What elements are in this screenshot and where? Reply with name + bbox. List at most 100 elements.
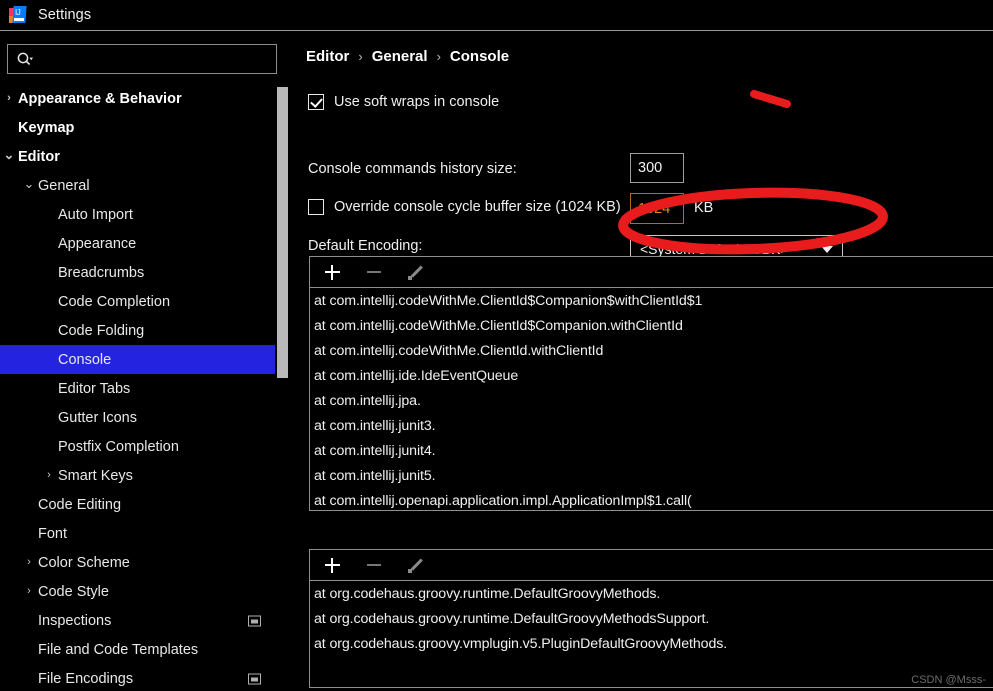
list-item[interactable]: at org.codehaus.groovy.runtime.DefaultGr… — [310, 582, 993, 607]
sidebar-item-color-scheme[interactable]: › Color Scheme — [0, 548, 275, 577]
sidebar-item-general[interactable]: ⌄ General — [0, 171, 275, 200]
override-buffer-unit: KB — [694, 200, 714, 216]
exceptions-edit-button[interactable] — [405, 554, 427, 576]
sidebar-item-label: File Encodings — [38, 670, 134, 687]
override-buffer-checkbox[interactable] — [308, 199, 324, 215]
sidebar-item-smart-keys[interactable]: › Smart Keys — [0, 461, 275, 490]
sidebar-item-code-style[interactable]: › Code Style — [0, 577, 275, 606]
sidebar-item-file-and-code-templates[interactable]: File and Code Templates — [0, 635, 275, 664]
settings-sidebar[interactable]: › Appearance & Behavior Keymap ⌄ Editor ⌄ Gene… — [0, 84, 288, 691]
breadcrumb: Editor › General › Console — [306, 48, 509, 65]
sidebar-item-gutter-icons[interactable]: Gutter Icons — [0, 403, 275, 432]
sidebar-item-font[interactable]: Font — [0, 519, 275, 548]
sidebar-item-keymap[interactable]: Keymap — [0, 113, 275, 142]
settings-badge-icon — [248, 615, 261, 626]
sidebar-item-code-completion[interactable]: Code Completion — [0, 287, 275, 316]
list-item[interactable]: at com.intellij.ide.IdeEventQueue — [310, 364, 993, 389]
main-panel: Editor › General › Console Use soft wraps in… — [296, 36, 993, 691]
breadcrumb-part-console[interactable]: Console — [450, 48, 509, 65]
sidebar-item-label: Auto Import — [58, 206, 133, 223]
minus-icon — [367, 563, 381, 567]
sidebar-item-code-editing[interactable]: Code Editing — [0, 490, 275, 519]
fold-lines-listbox[interactable]: at com.intellij.codeWithMe.ClientId$Comp… — [309, 256, 993, 511]
search-box[interactable] — [7, 44, 277, 74]
override-buffer-row[interactable]: Override console cycle buffer size (1024… — [308, 199, 621, 215]
sidebar-item-appearance[interactable]: Appearance — [0, 229, 275, 258]
chevron-right-icon[interactable]: › — [22, 556, 36, 570]
sidebar-item-editor-tabs[interactable]: Editor Tabs — [0, 374, 275, 403]
list-item[interactable]: at com.intellij.junit4. — [310, 439, 993, 464]
chevron-down-icon[interactable] — [812, 246, 842, 253]
list-item[interactable]: at com.intellij.openapi.application.impl… — [310, 489, 993, 510]
sidebar-item-label: Smart Keys — [58, 467, 133, 484]
sidebar-item-inspections[interactable]: Inspections — [0, 606, 275, 635]
sidebar-item-editor[interactable]: ⌄ Editor — [0, 142, 275, 171]
plus-icon — [324, 264, 340, 280]
exceptions-items: at org.codehaus.groovy.runtime.DefaultGr… — [310, 581, 993, 657]
list-item[interactable]: at com.intellij.junit5. — [310, 464, 993, 489]
list-item[interactable]: at com.intellij.codeWithMe.ClientId$Comp… — [310, 314, 993, 339]
sidebar-item-label: Code Folding — [58, 322, 145, 339]
sidebar-item-label: Appearance — [58, 235, 137, 252]
sidebar-item-auto-import[interactable]: Auto Import — [0, 200, 275, 229]
fold-lines-toolbar — [310, 257, 993, 288]
sidebar-item-code-folding[interactable]: Code Folding — [0, 316, 275, 345]
encoding-combobox-value: <System Default: GBK> — [640, 241, 789, 257]
fold-lines-items: at com.intellij.codeWithMe.ClientId$Comp… — [310, 288, 993, 510]
sidebar-item-label: Appearance & Behavior — [18, 90, 182, 107]
fold-add-button[interactable] — [321, 261, 343, 283]
exceptions-add-button[interactable] — [321, 554, 343, 576]
sidebar-item-console[interactable]: Console — [0, 345, 275, 374]
sidebar-item-label: Code Completion — [58, 293, 171, 310]
settings-window: IJ Settings › Appearance & Behavior Keymap… — [0, 0, 993, 691]
list-item[interactable]: at com.intellij.jpa. — [310, 389, 993, 414]
pencil-icon — [408, 557, 424, 573]
override-buffer-input: 1024 — [630, 193, 684, 224]
search-input[interactable] — [33, 51, 276, 67]
history-size-input[interactable]: 300 — [630, 153, 684, 183]
minus-icon — [367, 270, 381, 274]
breadcrumb-part-editor[interactable]: Editor — [306, 48, 349, 65]
pencil-icon — [408, 264, 424, 280]
list-item[interactable]: at com.intellij.junit3. — [310, 414, 993, 439]
sidebar-item-label: Color Scheme — [38, 554, 130, 571]
sidebar-item-label: Breadcrumbs — [58, 264, 145, 281]
soft-wraps-row[interactable]: Use soft wraps in console — [308, 94, 499, 110]
sidebar-item-label: Keymap — [18, 119, 75, 136]
sidebar-item-label: Editor Tabs — [58, 380, 131, 397]
sidebar-item-label: Gutter Icons — [58, 409, 137, 426]
chevron-right-icon[interactable]: › — [22, 585, 36, 599]
sidebar-item-label: Code Style — [38, 583, 109, 600]
sidebar-item-label: Font — [38, 525, 68, 542]
override-buffer-label: Override console cycle buffer size (1024… — [334, 199, 621, 215]
exceptions-toolbar — [310, 550, 993, 581]
plus-icon — [324, 557, 340, 573]
window-title: Settings — [38, 7, 92, 23]
list-item[interactable]: at org.codehaus.groovy.runtime.DefaultGr… — [310, 607, 993, 632]
fold-edit-button[interactable] — [405, 261, 427, 283]
sidebar-item-label: File and Code Templates — [38, 641, 199, 658]
list-item[interactable]: at com.intellij.codeWithMe.ClientId.with… — [310, 339, 993, 364]
sidebar-item-breadcrumbs[interactable]: Breadcrumbs — [0, 258, 275, 287]
exceptions-listbox[interactable]: at org.codehaus.groovy.runtime.DefaultGr… — [309, 549, 993, 688]
chevron-right-icon[interactable]: › — [42, 469, 56, 483]
breadcrumb-part-general[interactable]: General — [372, 48, 428, 65]
list-item[interactable]: at org.codehaus.groovy.vmplugin.v5.Plugi… — [310, 632, 993, 657]
intellij-idea-logo-icon: IJ — [8, 5, 28, 25]
chevron-down-icon[interactable]: ⌄ — [22, 176, 36, 190]
default-encoding-label: Default Encoding: — [308, 238, 423, 254]
soft-wraps-checkbox[interactable] — [308, 94, 324, 110]
fold-remove-button[interactable] — [363, 261, 385, 283]
list-item[interactable]: at com.intellij.codeWithMe.ClientId$Comp… — [310, 289, 993, 314]
breadcrumb-separator: › — [436, 49, 441, 64]
chevron-down-icon[interactable]: ⌄ — [2, 147, 16, 161]
sidebar-item-label: General — [38, 177, 90, 194]
sidebar-item-postfix-completion[interactable]: Postfix Completion — [0, 432, 275, 461]
chevron-right-icon[interactable]: › — [2, 92, 16, 106]
sidebar-item-label: Code Editing — [38, 496, 122, 513]
sidebar-item-file-encodings[interactable]: File Encodings — [0, 664, 275, 691]
sidebar-item-appearance-behavior[interactable]: › Appearance & Behavior — [0, 84, 275, 113]
sidebar-scrollbar-thumb[interactable] — [277, 87, 288, 378]
settings-badge-icon — [248, 673, 261, 684]
exceptions-remove-button[interactable] — [363, 554, 385, 576]
